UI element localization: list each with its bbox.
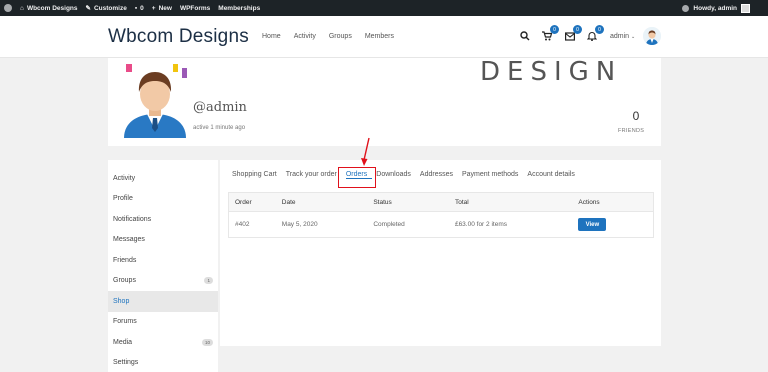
wpforms-label: WPForms: [179, 4, 211, 12]
sidebar-item-profile[interactable]: Profile: [108, 189, 218, 210]
sidebar-item-label: Forums: [113, 318, 137, 326]
tab-addresses[interactable]: Addresses: [420, 171, 458, 179]
column-header-order: Order: [235, 198, 252, 206]
wpforms-menu[interactable]: WPForms: [176, 0, 214, 16]
site-name-label: Wbcom Designs: [26, 4, 78, 12]
tab-account-details[interactable]: Account details: [527, 171, 579, 179]
site-header: Wbcom Designs Home Activity Groups Membe…: [0, 16, 768, 58]
sidebar-item-groups[interactable]: Groups 1: [108, 271, 218, 292]
column-header-status: Status: [373, 198, 392, 206]
cart-count-badge: 0: [550, 25, 559, 34]
paintbrush-icon: ✎: [85, 5, 91, 12]
nav-home[interactable]: Home: [262, 33, 281, 40]
sidebar-item-notifications[interactable]: Notifications: [108, 209, 218, 230]
sidebar-item-activity[interactable]: Activity: [108, 168, 218, 189]
table-header: Order Date Status Total Actions: [229, 193, 653, 212]
plus-icon: +: [151, 4, 156, 12]
admin-bar: ⌂ Wbcom Designs ✎ Customize ▪ 0 + New WP…: [0, 0, 768, 16]
sidebar-item-label: Messages: [113, 236, 145, 244]
last-active-text: active 1 minute ago: [193, 125, 246, 131]
friends-count[interactable]: 0: [626, 109, 646, 123]
sidebar-item-label: Notifications: [113, 215, 152, 223]
cart-icon[interactable]: 0: [541, 25, 559, 42]
sidebar-item-label: Settings: [113, 359, 139, 367]
sidebar-item-label: Profile: [113, 195, 133, 203]
admin-bar-avatar[interactable]: [741, 3, 750, 13]
view-order-button[interactable]: View: [578, 218, 607, 231]
shop-panel: Shopping Cart Track your order Orders Do…: [220, 160, 661, 346]
memberships-menu[interactable]: Memberships: [214, 0, 264, 16]
order-status: Completed: [373, 221, 405, 228]
sidebar-item-messages[interactable]: Messages: [108, 230, 218, 251]
sidebar-item-media[interactable]: Media 10: [108, 332, 218, 353]
table-row: #402 May 5, 2020 Completed £63.00 for 2 …: [229, 212, 653, 237]
sidebar-item-label: Friends: [113, 256, 137, 264]
nav-members[interactable]: Members: [365, 33, 394, 40]
wp-logo-menu[interactable]: [0, 0, 16, 16]
howdy-label: Howdy, admin: [693, 4, 737, 12]
groups-count-badge: 1: [204, 277, 213, 285]
tab-track-order[interactable]: Track your order: [286, 171, 342, 179]
sidebar-item-label: Groups: [113, 277, 136, 285]
profile-handle: @admin: [193, 100, 247, 115]
sidebar-item-label: Media: [113, 338, 133, 346]
howdy-menu[interactable]: Howdy, admin: [693, 0, 737, 16]
bell-icon[interactable]: 0: [586, 25, 604, 42]
sidebar-item-label: Activity: [113, 174, 136, 182]
tab-payment-methods[interactable]: Payment methods: [462, 171, 523, 179]
orders-table: Order Date Status Total Actions #402 May…: [228, 192, 654, 238]
new-label: New: [158, 4, 172, 12]
user-menu-label: admin: [610, 33, 630, 40]
comments-count: 0: [140, 4, 144, 12]
sidebar-item-friends[interactable]: Friends: [108, 250, 218, 271]
search-icon[interactable]: [519, 30, 531, 42]
orders-tab-highlight-box: [338, 167, 376, 188]
cover-image-text: DESIGN: [480, 57, 623, 87]
customize-link[interactable]: ✎ Customize: [82, 0, 131, 16]
sidebar-item-forums[interactable]: Forums: [108, 312, 218, 333]
comment-icon: ▪: [134, 4, 138, 12]
comments-link[interactable]: ▪ 0: [131, 0, 148, 16]
media-count-badge: 10: [201, 338, 213, 346]
primary-nav: Home Activity Groups Members: [262, 33, 394, 40]
tab-shopping-cart[interactable]: Shopping Cart: [232, 171, 282, 179]
messages-count-badge: 0: [573, 25, 582, 34]
site-logo[interactable]: Wbcom Designs: [108, 26, 249, 48]
wordpress-icon: [4, 4, 12, 12]
order-date: May 5, 2020: [281, 221, 318, 228]
notifications-count-badge: 0: [595, 25, 604, 34]
new-content-menu[interactable]: + New: [148, 0, 176, 16]
profile-avatar[interactable]: [120, 64, 190, 138]
envelope-icon[interactable]: 0: [564, 25, 582, 42]
shop-subnav: Shopping Cart Track your order Orders Do…: [232, 171, 584, 179]
tab-downloads[interactable]: Downloads: [376, 171, 416, 179]
sidebar-item-shop[interactable]: Shop: [108, 291, 218, 312]
home-icon: ⌂: [20, 4, 24, 12]
column-header-actions: Actions: [578, 198, 600, 206]
site-name-menu[interactable]: ⌂ Wbcom Designs: [16, 0, 82, 16]
order-number-link[interactable]: #402: [229, 221, 282, 228]
user-avatar[interactable]: [643, 27, 661, 45]
user-menu[interactable]: admin ⌄: [610, 33, 635, 40]
nav-groups[interactable]: Groups: [329, 33, 352, 40]
column-header-total: Total: [454, 198, 469, 206]
friends-label: FRIENDS: [618, 128, 645, 134]
debug-icon[interactable]: [682, 4, 690, 12]
memberships-label: Memberships: [218, 4, 261, 12]
chevron-down-icon: ⌄: [631, 34, 636, 40]
nav-activity[interactable]: Activity: [294, 33, 316, 40]
customize-label: Customize: [93, 4, 127, 12]
profile-cover: DESIGN @admin active 1 minute ago 0 FRIE…: [108, 57, 661, 146]
profile-sidebar-nav: Activity Profile Notifications Messages …: [108, 160, 218, 372]
sidebar-item-settings[interactable]: Settings: [108, 353, 218, 372]
sidebar-item-label: Shop: [113, 297, 130, 305]
order-total: £63.00 for 2 items: [454, 221, 507, 228]
column-header-date: Date: [281, 198, 296, 206]
